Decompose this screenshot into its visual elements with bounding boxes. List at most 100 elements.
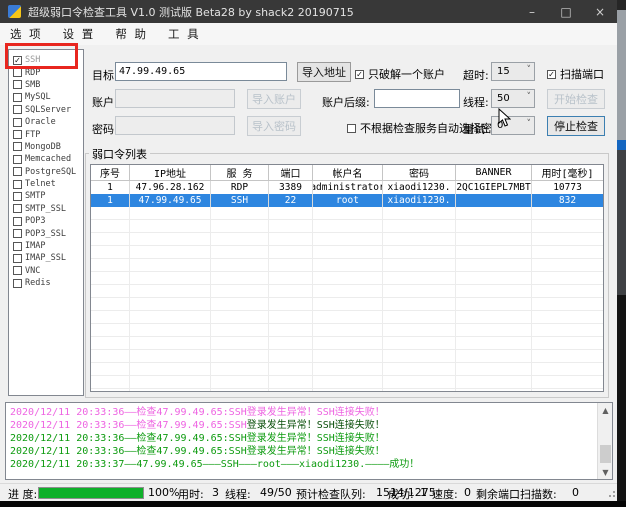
service-item-telnet[interactable]: Telnet (9, 178, 83, 190)
service-label: SMTP (25, 191, 45, 201)
checkbox-checked-icon[interactable]: ✓ (13, 56, 22, 65)
service-item-pop3[interactable]: POP3 (9, 215, 83, 227)
service-item-smtp_ssl[interactable]: SMTP_SSL (9, 203, 83, 215)
service-item-postgresql[interactable]: PostgreSQL (9, 166, 83, 178)
import-address-button[interactable]: 导入地址 (297, 62, 351, 82)
progress-fill (39, 488, 143, 498)
checkbox-unchecked-icon[interactable] (13, 242, 22, 251)
minimize-button[interactable]: – (515, 0, 549, 23)
threads-dropdown[interactable]: 50˅ (491, 89, 535, 108)
result-rows: 147.96.28.162RDP3389administratorxiaodi1… (91, 181, 603, 207)
table-cell: administrator (313, 181, 383, 194)
checkbox-unchecked-icon[interactable] (13, 217, 22, 226)
checkbox-unchecked-icon[interactable] (13, 93, 22, 102)
progress-percent: 100% (148, 486, 179, 499)
service-item-smb[interactable]: SMB (9, 79, 83, 91)
scroll-up-icon[interactable]: ▲ (598, 403, 613, 417)
column-header[interactable]: 服 务 (211, 165, 269, 180)
service-item-memcached[interactable]: Memcached (9, 153, 83, 165)
service-item-mongodb[interactable]: MongoDB (9, 141, 83, 153)
checkbox-unchecked-icon[interactable] (13, 142, 22, 151)
time-value: 3 (212, 486, 219, 499)
service-item-ftp[interactable]: FTP (9, 128, 83, 140)
checkbox-unchecked-icon[interactable] (13, 80, 22, 89)
service-label: MySQL (25, 92, 51, 102)
checkbox-unchecked-icon[interactable] (13, 118, 22, 127)
service-label: SMB (25, 80, 40, 90)
remaining-value: 0 (572, 486, 579, 499)
service-item-vnc[interactable]: VNC (9, 265, 83, 277)
service-item-sqlserver[interactable]: SQLServer (9, 104, 83, 116)
checkbox-unchecked-icon[interactable] (13, 279, 22, 288)
checkbox-unchecked-icon[interactable] (13, 254, 22, 263)
menu-options[interactable]: 选 项 (0, 23, 53, 45)
only-one-account-checkbox[interactable]: ✓ 只破解一个账户 (355, 66, 445, 82)
column-header[interactable]: 密码 (383, 165, 456, 180)
log-scrollbar[interactable]: ▲ ▼ (597, 403, 612, 479)
checkbox-unchecked-icon[interactable] (13, 180, 22, 189)
menu-settings[interactable]: 设 置 (53, 23, 106, 45)
log-line: 2020/12/11 20:33:36——检查47.99.49.65:SSH登录… (10, 406, 595, 419)
scroll-down-icon[interactable]: ▼ (598, 465, 613, 479)
service-item-oracle[interactable]: Oracle (9, 116, 83, 128)
maximize-button[interactable]: □ (549, 0, 583, 23)
result-headers: 序号IP地址服 务端口帐户名密码BANNER用时[毫秒] (91, 165, 603, 181)
window-controls: – □ × (515, 0, 617, 23)
table-row-selected[interactable]: 147.99.49.65SSH22rootxiaodi1230.832 (91, 194, 603, 207)
log-line: 2020/12/11 20:33:36——检查47.99.49.65:SSH登录… (10, 445, 595, 458)
service-item-imap[interactable]: IMAP (9, 240, 83, 252)
checkbox-unchecked-icon[interactable] (13, 229, 22, 238)
checkbox-unchecked-icon[interactable] (13, 105, 22, 114)
menu-help[interactable]: 帮 助 (105, 23, 158, 45)
column-header[interactable]: 序号 (91, 165, 130, 180)
checkbox-unchecked-icon[interactable] (13, 167, 22, 176)
checkbox-unchecked-icon[interactable] (13, 192, 22, 201)
table-row[interactable]: 147.96.28.162RDP3389administratorxiaodi1… (91, 181, 603, 194)
timeout-dropdown[interactable]: 15˅ (491, 62, 535, 81)
stop-check-button[interactable]: 停止检查 (547, 116, 605, 136)
service-item-pop3_ssl[interactable]: POP3_SSL (9, 227, 83, 239)
column-header[interactable]: IP地址 (130, 165, 211, 180)
scrollbar-thumb[interactable] (600, 445, 611, 463)
title-bar: 超级弱口令检查工具 V1.0 测试版 Beta28 by shack2 2019… (0, 0, 617, 23)
service-list[interactable]: ✓SSHRDP SMB MySQL SQLServerOracleFTPMongoDB… (8, 49, 84, 396)
retry-dropdown[interactable]: 0˅ (491, 116, 535, 135)
target-input[interactable] (115, 62, 287, 81)
column-header[interactable]: 端口 (269, 165, 313, 180)
table-cell: 1 (91, 194, 130, 207)
password-input[interactable] (115, 116, 235, 135)
app-icon (8, 5, 21, 18)
service-item-ssh[interactable]: ✓SSH (9, 54, 83, 66)
checkbox-unchecked-icon[interactable] (13, 155, 22, 164)
status-bar: 进 度: 100% 用时: 3 线程: 49/50 预计检查队列: 1514/1… (0, 483, 617, 501)
resize-grip[interactable] (607, 491, 615, 499)
service-label: Redis (25, 278, 51, 288)
table-cell: xiaodi1230. (383, 181, 456, 194)
service-item-imap_ssl[interactable]: IMAP_SSL (9, 252, 83, 264)
result-table[interactable]: 序号IP地址服 务端口帐户名密码BANNER用时[毫秒] 147.96.28.1… (90, 164, 604, 392)
column-header[interactable]: 帐户名 (313, 165, 383, 180)
checkbox-unchecked-icon[interactable] (13, 68, 22, 77)
checkbox-unchecked-icon[interactable] (13, 130, 22, 139)
background-strip (617, 140, 626, 150)
scan-port-checkbox[interactable]: ✓ 扫描端口 (547, 66, 604, 82)
column-header[interactable]: BANNER (456, 165, 532, 180)
checkbox-unchecked-icon[interactable] (13, 266, 22, 275)
checkbox-unchecked-icon[interactable] (13, 204, 22, 213)
service-item-mysql[interactable]: MySQL (9, 91, 83, 103)
service-label: Telnet (25, 179, 56, 189)
menu-tools[interactable]: 工 具 (158, 23, 211, 45)
column-header[interactable]: 用时[毫秒] (532, 165, 603, 180)
service-label: IMAP_SSL (25, 253, 66, 263)
service-item-smtp[interactable]: SMTP (9, 190, 83, 202)
time-label: 用时: (178, 486, 204, 502)
service-item-rdp[interactable]: RDP (9, 66, 83, 78)
account-suffix-input[interactable] (374, 89, 460, 108)
table-cell: 47.96.28.162 (130, 181, 211, 194)
table-cell: I2QC1GIEPL7MBTZ (456, 181, 532, 194)
close-button[interactable]: × (583, 0, 617, 23)
account-input[interactable] (115, 89, 235, 108)
service-item-redis[interactable]: Redis (9, 277, 83, 289)
table-empty-grid (91, 207, 603, 391)
import-password-button: 导入密码 (247, 116, 301, 136)
